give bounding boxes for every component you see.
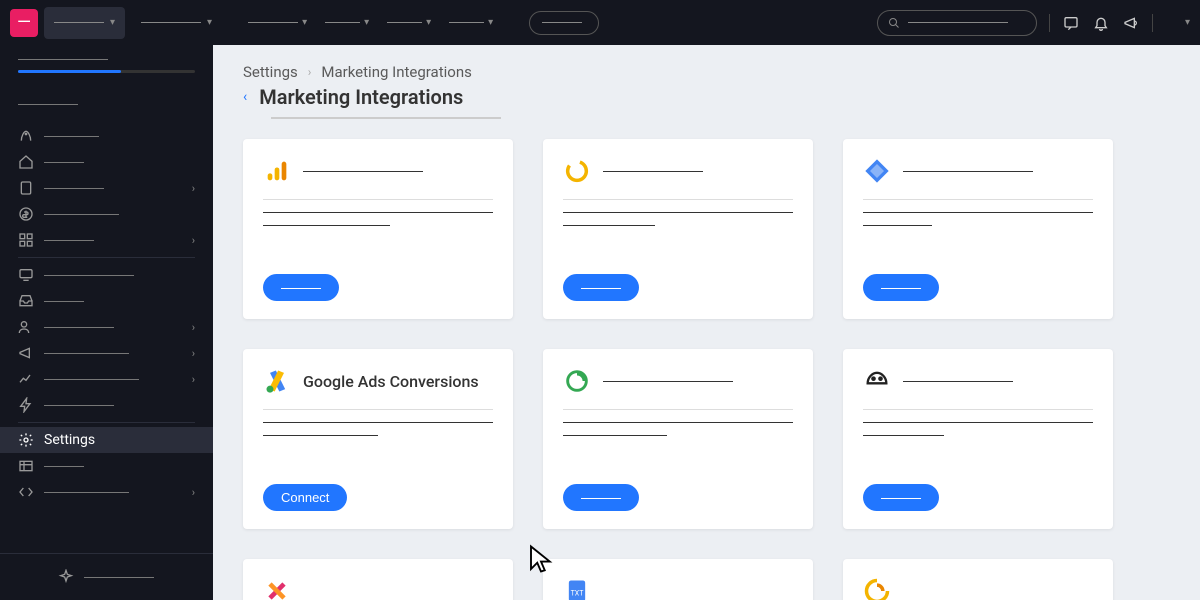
sidebar-item-analytics[interactable]: ›: [0, 366, 213, 392]
breadcrumb: Settings › Marketing Integrations: [243, 63, 1170, 81]
sidebar-item-automations[interactable]: [0, 392, 213, 418]
code-icon: [18, 484, 34, 500]
app-logo[interactable]: —: [10, 9, 38, 37]
chevron-right-icon: ›: [308, 65, 312, 79]
sidebar-item-1[interactable]: [0, 91, 213, 117]
site-selector[interactable]: ▾: [44, 7, 125, 39]
integration-card-google-ads: Google Ads Conversions Connect: [243, 349, 513, 529]
card-title: [903, 171, 1033, 172]
card-title: [903, 381, 1013, 382]
apps-icon: [18, 232, 34, 248]
connect-button[interactable]: [263, 274, 339, 301]
sidebar-item-quickaccess[interactable]: [0, 564, 213, 590]
back-button[interactable]: ‹: [243, 89, 247, 105]
integration-card-instagram: [243, 559, 513, 600]
sparkle-icon: [58, 569, 74, 585]
nav-item-1[interactable]: ▾: [248, 17, 307, 28]
main-content: Settings › Marketing Integrations ‹ Mark…: [213, 45, 1200, 600]
breadcrumb-current: Marketing Integrations: [321, 63, 471, 81]
dollar-icon: [18, 206, 34, 222]
sidebar-item-pages[interactable]: ›: [0, 175, 213, 201]
integration-card-semrush: [543, 139, 813, 319]
integration-card-gtm: [843, 139, 1113, 319]
sidebar-item-marketing[interactable]: ›: [0, 340, 213, 366]
instagram-icon: [263, 577, 291, 600]
sidebar-item-dev[interactable]: ›: [0, 479, 213, 505]
sidebar-item-home[interactable]: [0, 149, 213, 175]
sidebar-item-contacts[interactable]: ›: [0, 314, 213, 340]
txt-file-icon: TXT: [563, 577, 591, 600]
upgrade-pill[interactable]: [529, 11, 599, 35]
sidebar-item-apps[interactable]: ›: [0, 227, 213, 253]
card-title: [603, 171, 703, 172]
workspace-selector[interactable]: ▾: [131, 7, 222, 39]
chart-icon: [18, 371, 34, 387]
integration-card-5: [543, 349, 813, 529]
page-title: Marketing Integrations: [259, 85, 463, 109]
topbar: — ▾ ▾ ▾ ▾ ▾ ▾ ▾: [0, 0, 1200, 45]
connect-button[interactable]: [863, 484, 939, 511]
svg-text:TXT: TXT: [571, 590, 585, 598]
sidebar-item-inbox[interactable]: [0, 288, 213, 314]
semrush-icon: [563, 157, 591, 185]
connect-button[interactable]: [863, 274, 939, 301]
sidebar-item-settings[interactable]: Settings: [0, 427, 213, 453]
setup-progress: [18, 70, 195, 73]
connect-button[interactable]: [563, 484, 639, 511]
bolt-icon: [18, 397, 34, 413]
integration-card-google-analytics: [243, 139, 513, 319]
people-icon: [18, 319, 34, 335]
inbox-icon: [18, 293, 34, 309]
integration-card-9: [843, 559, 1113, 600]
analytics-icon: [263, 157, 291, 185]
user-menu[interactable]: ▾: [1165, 17, 1190, 28]
integration-card-robots-txt: TXT: [543, 559, 813, 600]
page-icon: [18, 180, 34, 196]
search-icon: [888, 17, 900, 29]
connect-button[interactable]: [563, 274, 639, 301]
table-icon: [18, 458, 34, 474]
sidebar-item-upgrade[interactable]: [0, 123, 213, 149]
connect-button[interactable]: Connect: [263, 484, 347, 511]
card-title: [603, 381, 733, 382]
rocket-icon: [18, 128, 34, 144]
sidebar-item-payments[interactable]: [0, 201, 213, 227]
nav-item-4[interactable]: ▾: [449, 17, 493, 28]
google-ads-icon: [263, 367, 291, 395]
megaphone-icon: [18, 345, 34, 361]
gear-icon: [18, 432, 34, 448]
settings-label: Settings: [44, 432, 95, 448]
bell-icon[interactable]: [1092, 14, 1110, 32]
nav-item-2[interactable]: ▾: [325, 17, 369, 28]
chat-icon[interactable]: [1062, 14, 1080, 32]
integration-card-mailchimp: [843, 349, 1113, 529]
sidebar-item-site[interactable]: [0, 262, 213, 288]
sidebar-item-cms[interactable]: [0, 453, 213, 479]
orange-swirl-icon: [863, 577, 891, 600]
mailchimp-icon: [863, 367, 891, 395]
swirl-green-icon: [563, 367, 591, 395]
card-title: [303, 171, 423, 172]
home-icon: [18, 154, 34, 170]
monitor-icon: [18, 267, 34, 283]
gtm-icon: [863, 157, 891, 185]
breadcrumb-root[interactable]: Settings: [243, 63, 298, 81]
sidebar: › › › › › Settings ›: [0, 45, 213, 600]
nav-item-3[interactable]: ▾: [387, 17, 431, 28]
card-title: Google Ads Conversions: [303, 372, 479, 391]
search-input[interactable]: [877, 10, 1037, 36]
megaphone-icon[interactable]: [1122, 14, 1140, 32]
